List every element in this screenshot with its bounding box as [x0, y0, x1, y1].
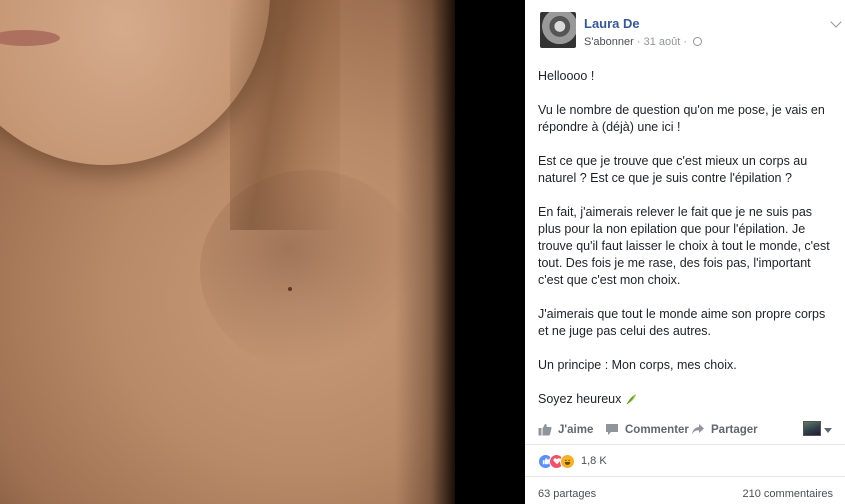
- post-paragraph: J'aimerais que tout le monde aime son pr…: [538, 307, 826, 338]
- post-paragraph: Est ce que je trouve que c'est mieux un …: [538, 154, 808, 185]
- comment-label: Commenter: [625, 423, 689, 436]
- photo-shadow: [200, 170, 420, 370]
- post-photo[interactable]: [0, 0, 455, 504]
- avatar[interactable]: [540, 12, 576, 48]
- author-name[interactable]: Laura De: [584, 16, 640, 31]
- reactions-count[interactable]: 1,8 K: [581, 455, 607, 467]
- post-paragraph: Helloooo !: [538, 69, 595, 83]
- post-header: Laura De S'abonner · 31 août ·: [540, 12, 842, 52]
- divider: [525, 476, 845, 477]
- subscribe-link[interactable]: S'abonner: [584, 36, 634, 48]
- meta-separator-2: ·: [683, 36, 688, 48]
- closing-text: Soyez heureux: [538, 392, 622, 406]
- post-actions: J'aime Commenter Partager: [525, 419, 845, 443]
- haha-reaction-icon: [560, 453, 575, 469]
- comment-button[interactable]: Commenter: [605, 423, 689, 436]
- photo-edge-shadow: [395, 0, 455, 504]
- meta-separator: ·: [636, 36, 641, 48]
- comment-icon: [606, 424, 618, 435]
- post-paragraph: En fait, j'aimerais relever le fait que …: [538, 205, 830, 287]
- post-date[interactable]: 31 août: [644, 36, 681, 48]
- share-label: Partager: [711, 423, 758, 436]
- post-closing: Soyez heureux: [538, 391, 838, 408]
- like-button[interactable]: J'aime: [538, 423, 593, 436]
- globe-icon[interactable]: [693, 37, 703, 46]
- reactions-summary[interactable]: 1,8 K: [538, 453, 607, 469]
- chevron-down-icon[interactable]: [830, 16, 842, 28]
- comments-count[interactable]: 210 commentaires: [743, 488, 834, 500]
- shares-count[interactable]: 63 partages: [538, 488, 596, 500]
- page-thumbnail[interactable]: [803, 421, 821, 436]
- post-text: Helloooo ! Vu le nombre de question qu'o…: [538, 68, 838, 425]
- share-icon: [692, 424, 704, 435]
- like-label: J'aime: [558, 423, 594, 436]
- post-paragraph: Vu le nombre de question qu'on me pose, …: [538, 103, 825, 134]
- thumbs-up-icon: [538, 423, 552, 436]
- photo-mole: [288, 287, 292, 291]
- audience-caret-icon[interactable]: [824, 428, 832, 433]
- post-meta: S'abonner · 31 août ·: [584, 36, 703, 48]
- post-paragraph: Un principe : Mon corps, mes choix.: [538, 358, 737, 372]
- leaf-emoji-icon: [626, 394, 636, 405]
- share-button[interactable]: Partager: [691, 423, 758, 436]
- divider: [525, 444, 845, 445]
